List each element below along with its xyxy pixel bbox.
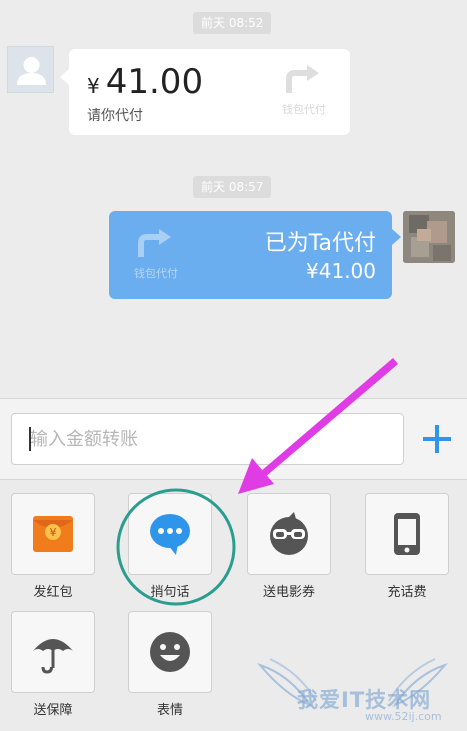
payment-request-bubble[interactable]: ¥41.00 请你代付 钱包代付	[60, 49, 350, 135]
amount-input[interactable]	[11, 413, 404, 465]
watermark-site: www.52ij.com	[365, 710, 442, 723]
text-cursor	[29, 427, 31, 451]
wallet-pay-badge: 钱包代付	[123, 227, 189, 281]
tool-movie-ticket[interactable]: 送电影券	[247, 493, 331, 600]
tool-label: 充话费	[387, 585, 427, 600]
red-packet-icon: ¥	[33, 516, 73, 552]
tool-emoji[interactable]: 表情	[128, 611, 212, 718]
paid-amount: ¥41.00	[306, 259, 376, 283]
paid-title: 已为Ta代付	[264, 231, 376, 256]
tool-label: 捎句话	[150, 585, 190, 600]
transfer-arrow-icon	[138, 229, 171, 257]
wallet-pay-badge: 钱包代付	[274, 63, 334, 117]
phone-icon	[394, 513, 420, 555]
request-amount: ¥41.00	[87, 62, 204, 102]
tool-top-up[interactable]: 充话费	[365, 493, 449, 600]
timestamp: 前天 08:57	[193, 176, 272, 198]
blurred-photo-avatar	[403, 211, 455, 263]
chat-area: 前天 08:52 ¥41.00 请你代付 钱包代付 前天 08:57 钱包代付	[0, 0, 467, 398]
chat-bubble-icon	[150, 514, 190, 555]
tool-insurance[interactable]: 送保障	[11, 611, 95, 718]
plus-button[interactable]	[417, 419, 457, 459]
paid-bubble[interactable]: 钱包代付 已为Ta代付 ¥41.00	[109, 211, 401, 299]
tool-label: 表情	[156, 703, 183, 718]
plus-icon	[423, 425, 451, 453]
timestamp: 前天 08:52	[193, 12, 272, 34]
umbrella-icon	[33, 639, 73, 674]
tool-send-message[interactable]: 捎句话	[128, 493, 212, 600]
request-caption: 请你代付	[87, 108, 143, 124]
tool-label: 送保障	[33, 703, 73, 718]
svg-text:¥: ¥	[50, 526, 57, 539]
transfer-arrow-icon	[286, 65, 319, 93]
tool-label: 发红包	[33, 585, 73, 600]
tool-red-packet[interactable]: ¥ 发红包	[11, 493, 95, 600]
avatar[interactable]	[7, 46, 54, 93]
movie-ticket-icon	[270, 512, 308, 555]
default-user-icon	[17, 57, 46, 85]
smiley-icon	[150, 632, 190, 672]
avatar[interactable]	[403, 211, 455, 263]
transfer-input-bar	[0, 398, 467, 480]
tool-label: 送电影券	[262, 585, 315, 600]
